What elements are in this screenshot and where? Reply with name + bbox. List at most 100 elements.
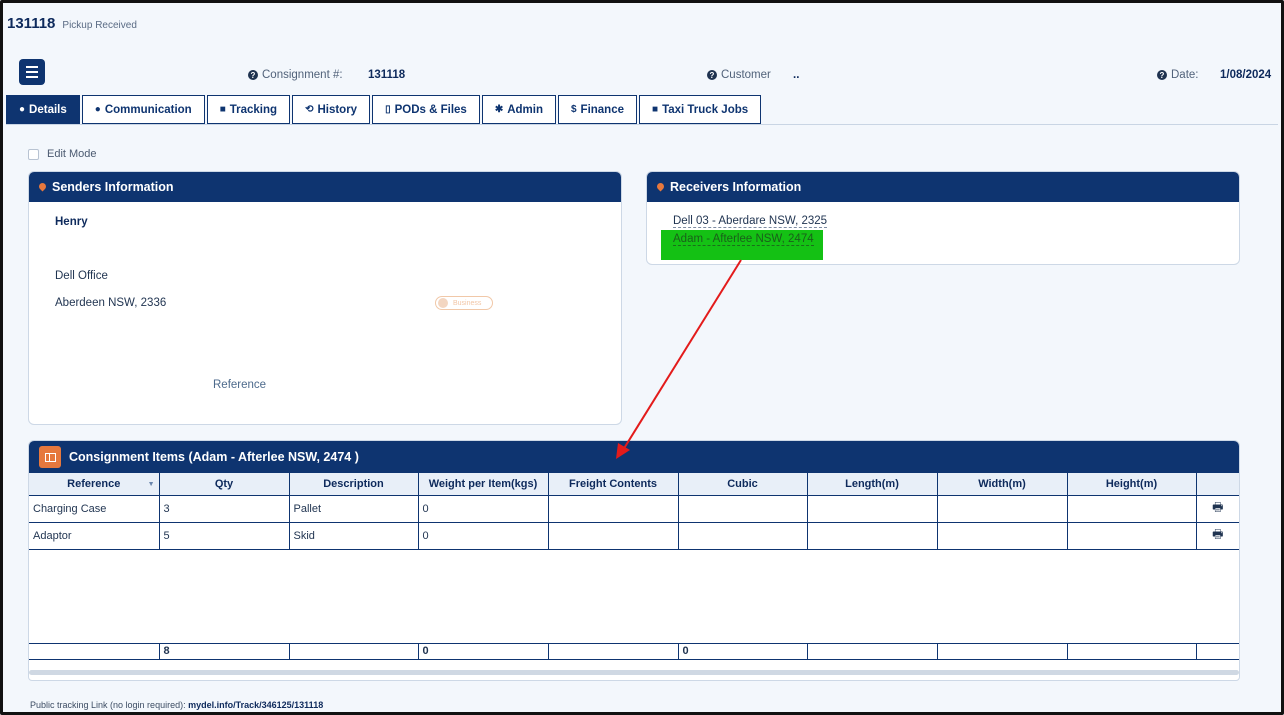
hamburger-menu-button[interactable] [19, 59, 45, 85]
totals-row: 8 0 0 [29, 643, 1239, 660]
receivers-card-header: Receivers Information [647, 172, 1239, 202]
consignment-label: Consignment #: [262, 69, 343, 81]
cell-freight-contents[interactable] [548, 522, 679, 550]
cell-reference[interactable]: Charging Case [29, 495, 160, 523]
cell-reference[interactable]: Adaptor [29, 522, 160, 550]
cell-length[interactable] [807, 495, 938, 523]
cell-cubic[interactable] [678, 495, 808, 523]
tab-admin[interactable]: ✱ Admin [481, 95, 556, 124]
receiver-option-1[interactable]: Dell 03 - Aberdare NSW, 2325 [673, 215, 828, 228]
tab-tracking[interactable]: ■ Tracking [206, 95, 291, 124]
dollar-icon: $ [570, 104, 577, 115]
column-header-description[interactable]: Description [289, 473, 419, 496]
receivers-card: Receivers Information Dell 03 - Aberdare… [646, 171, 1240, 265]
date-label: Date: [1171, 69, 1199, 81]
column-header-length[interactable]: Length(m) [807, 473, 938, 496]
print-icon[interactable]: 🖶 [1196, 495, 1239, 523]
cell-qty[interactable]: 5 [159, 522, 290, 550]
cell-weight[interactable]: 0 [418, 495, 549, 523]
consignment-id-title: 131118 [7, 15, 56, 32]
edit-mode-checkbox[interactable] [28, 148, 39, 160]
column-header-height[interactable]: Height(m) [1067, 473, 1197, 496]
senders-card-header: Senders Information [29, 172, 621, 202]
horizontal-scrollbar[interactable] [29, 670, 1239, 675]
consignment-value: 131118 [368, 69, 406, 81]
truck-icon: ■ [652, 104, 659, 115]
senders-title: Senders Information [52, 180, 174, 194]
tab-label: History [317, 103, 358, 116]
customer-label: Customer [721, 69, 771, 81]
tab-label: Taxi Truck Jobs [662, 103, 749, 116]
cell-freight-contents[interactable] [548, 495, 679, 523]
cell-height[interactable] [1067, 522, 1197, 550]
edit-mode-toggle[interactable]: Edit Mode [28, 148, 97, 160]
tracking-link-footer: Public tracking Link (no login required)… [30, 700, 323, 710]
total-description [289, 643, 419, 660]
receiver-option-2-highlighted[interactable]: Adam - Afterlee NSW, 2474 [661, 230, 823, 260]
column-header-actions [1196, 473, 1239, 496]
business-toggle[interactable]: Business [435, 296, 493, 310]
help-icon: ? [1157, 70, 1167, 80]
tracking-link[interactable]: mydel.info/Track/346125/131118 [188, 700, 323, 710]
edit-mode-label: Edit Mode [47, 148, 97, 160]
tracking-link-label: Public tracking Link (no login required)… [30, 700, 186, 710]
receivers-title: Receivers Information [670, 180, 802, 194]
total-height [1067, 643, 1197, 660]
tab-taxi-truck-jobs[interactable]: ■ Taxi Truck Jobs [639, 95, 762, 124]
cell-height[interactable] [1067, 495, 1197, 523]
total-actions [1196, 643, 1239, 660]
tab-pods-files[interactable]: ▯ PODs & Files [372, 95, 480, 124]
tab-label: Finance [580, 103, 625, 116]
page-title: 131118 Pickup Received [7, 15, 137, 32]
cell-qty[interactable]: 3 [159, 495, 290, 523]
map-pin-icon [657, 183, 664, 192]
cell-description[interactable]: Skid [289, 522, 419, 550]
tab-details[interactable]: ● Details [6, 95, 80, 124]
tab-communication[interactable]: ● Communication [81, 95, 205, 124]
column-header-width[interactable]: Width(m) [937, 473, 1068, 496]
total-length [807, 643, 938, 660]
column-header-weight[interactable]: Weight per Item(kgs) [418, 473, 549, 496]
customer-meta: ? Customer [707, 69, 771, 81]
consignment-items-panel: Consignment Items (Adam - Afterlee NSW, … [28, 440, 1240, 681]
cell-cubic[interactable] [678, 522, 808, 550]
totals-table: 8 0 0 [29, 643, 1239, 660]
receiver-address-2: Adam - Afterlee NSW, 2474 [673, 233, 814, 246]
tab-finance[interactable]: $ Finance [557, 95, 638, 124]
column-header-qty[interactable]: Qty [159, 473, 290, 496]
cell-length[interactable] [807, 522, 938, 550]
sender-company: Dell Office [55, 270, 108, 282]
table-row[interactable]: Charging Case 3 Pallet 0 🖶 [29, 495, 1239, 523]
arrow-line [622, 259, 742, 451]
app-window: 131118 Pickup Received ? Consignment #: … [0, 0, 1284, 715]
tab-bar: ● Details ● Communication ■ Tracking ⟲ Histo… [6, 95, 762, 124]
senders-card: Senders Information Henry Dell Office Ab… [28, 171, 622, 425]
print-icon[interactable]: 🖶 [1196, 522, 1239, 550]
cell-description[interactable]: Pallet [289, 495, 419, 523]
status-text: Pickup Received [62, 20, 137, 31]
date-value: 1/08/2024 [1220, 69, 1272, 81]
items-table: Reference ▼ Qty Description Weight per It… [29, 473, 1239, 550]
table-header-row: Reference ▼ Qty Description Weight per It… [29, 473, 1239, 496]
chat-icon: ● [94, 104, 101, 115]
total-cubic: 0 [678, 643, 808, 660]
total-weight: 0 [418, 643, 549, 660]
column-header-freight-contents[interactable]: Freight Contents [548, 473, 679, 496]
column-header-cubic[interactable]: Cubic [678, 473, 808, 496]
sender-address: Aberdeen NSW, 2336 [55, 297, 167, 309]
sort-icon[interactable]: ▼ [148, 481, 155, 488]
consignment-meta: ? Consignment #: [248, 69, 343, 81]
table-row[interactable]: Adaptor 5 Skid 0 🖶 [29, 522, 1239, 550]
sender-name: Henry [55, 216, 88, 228]
toggle-knob [438, 298, 448, 308]
tab-history[interactable]: ⟲ History [292, 95, 371, 124]
cell-width[interactable] [937, 495, 1068, 523]
column-header-reference[interactable]: Reference ▼ [29, 473, 160, 496]
consignment-items-header: Consignment Items (Adam - Afterlee NSW, … [29, 441, 1239, 473]
consignment-items-title: Consignment Items (Adam - Afterlee NSW, … [69, 450, 359, 464]
columns-icon[interactable] [39, 446, 61, 468]
gear-icon: ✱ [494, 104, 504, 115]
cell-width[interactable] [937, 522, 1068, 550]
cell-weight[interactable]: 0 [418, 522, 549, 550]
menu-bar [26, 71, 38, 73]
